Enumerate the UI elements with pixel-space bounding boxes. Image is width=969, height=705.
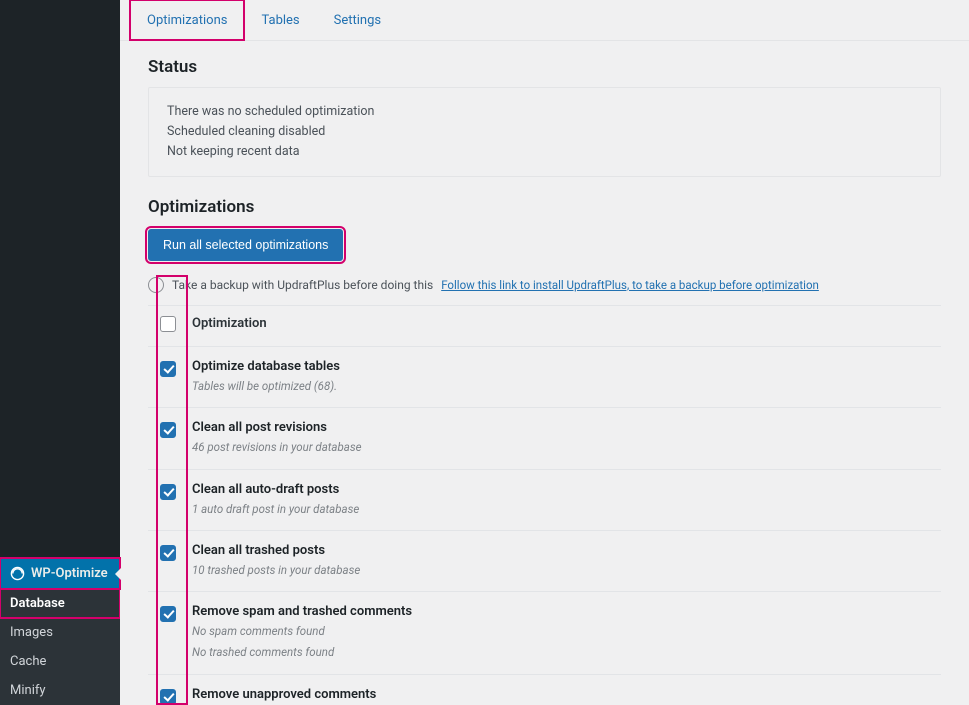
table-row: Clean all auto-draft posts 1 auto draft … xyxy=(148,470,941,531)
sidebar-submenu: Database Images Cache Minify xyxy=(0,589,120,705)
opt-title: Remove unapproved comments xyxy=(192,687,921,702)
optimizations-table: Optimization Optimize database tables Ta… xyxy=(148,305,941,705)
status-box: There was no scheduled optimization Sche… xyxy=(148,87,941,177)
tab-settings[interactable]: Settings xyxy=(317,0,398,40)
sidebar-item-images[interactable]: Images xyxy=(0,618,120,647)
opt-title: Clean all post revisions xyxy=(192,420,921,435)
backup-label: Take a backup with UpdraftPlus before do… xyxy=(172,278,433,292)
sidebar-item-wp-optimize[interactable]: WP-Optimize xyxy=(0,558,120,589)
sidebar-item-minify[interactable]: Minify xyxy=(0,676,120,705)
tab-tables[interactable]: Tables xyxy=(244,0,316,40)
table-header: Optimization xyxy=(148,306,941,347)
opt-meta: 1 auto draft post in your database xyxy=(192,501,921,518)
opt-checkbox[interactable] xyxy=(160,606,176,622)
run-all-button[interactable]: Run all selected optimizations xyxy=(148,229,343,261)
status-line: There was no scheduled optimization xyxy=(167,102,922,122)
opt-checkbox[interactable] xyxy=(160,361,176,377)
admin-sidebar: WP-Optimize Database Images Cache Minify xyxy=(0,0,120,705)
opt-title: Clean all trashed posts xyxy=(192,543,921,558)
tab-optimizations[interactable]: Optimizations xyxy=(130,0,244,40)
status-line: Not keeping recent data xyxy=(167,142,922,162)
tab-bar: Optimizations Tables Settings xyxy=(120,0,969,41)
status-heading: Status xyxy=(148,57,969,77)
optimizations-heading: Optimizations xyxy=(148,197,969,217)
opt-checkbox[interactable] xyxy=(160,484,176,500)
sidebar-item-database[interactable]: Database xyxy=(0,589,120,618)
opt-checkbox[interactable] xyxy=(160,422,176,438)
opt-checkbox[interactable] xyxy=(160,689,176,705)
opt-title: Clean all auto-draft posts xyxy=(192,482,921,497)
backup-row: Take a backup with UpdraftPlus before do… xyxy=(148,277,819,293)
app-root: WP-Optimize Database Images Cache Minify… xyxy=(0,0,969,705)
install-updraftplus-link[interactable]: Follow this link to install UpdraftPlus,… xyxy=(441,278,819,292)
column-optimization-label: Optimization xyxy=(192,316,941,331)
table-row: Optimize database tables Tables will be … xyxy=(148,347,941,408)
table-row: Remove unapproved comments No unapproved… xyxy=(148,675,941,705)
table-row: Clean all trashed posts 10 trashed posts… xyxy=(148,531,941,592)
table-row: Remove spam and trashed comments No spam… xyxy=(148,592,941,675)
table-row: Clean all post revisions 46 post revisio… xyxy=(148,408,941,469)
sidebar-item-label: WP-Optimize xyxy=(31,566,108,581)
run-row: Run all selected optimizations Take a ba… xyxy=(148,229,941,293)
status-line: Scheduled cleaning disabled xyxy=(167,122,922,142)
select-all-checkbox[interactable] xyxy=(160,316,176,332)
opt-meta: No spam comments found xyxy=(192,623,921,640)
opt-title: Optimize database tables xyxy=(192,359,921,374)
main-area: Optimizations Tables Settings Status The… xyxy=(120,0,969,705)
opt-meta: 10 trashed posts in your database xyxy=(192,562,921,579)
pointer-icon xyxy=(115,568,121,580)
opt-title: Remove spam and trashed comments xyxy=(192,604,921,619)
opt-checkbox[interactable] xyxy=(160,545,176,561)
opt-meta: 46 post revisions in your database xyxy=(192,439,921,456)
backup-checkbox[interactable] xyxy=(148,277,164,293)
opt-meta: No trashed comments found xyxy=(192,644,921,661)
sidebar-item-cache[interactable]: Cache xyxy=(0,647,120,676)
wp-optimize-icon xyxy=(10,566,25,581)
opt-meta: Tables will be optimized (68). xyxy=(192,378,921,395)
